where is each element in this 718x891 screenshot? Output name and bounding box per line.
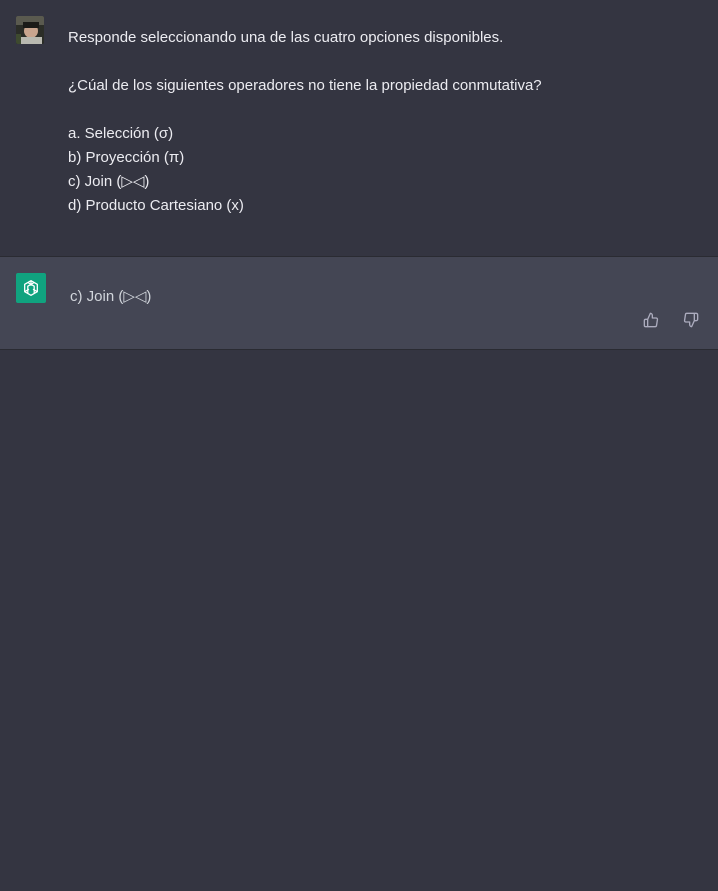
instruction-text: Responde seleccionando una de las cuatro… [68, 29, 504, 46]
option-a: a. Selección (σ) [68, 125, 174, 142]
thumbs-up-icon [643, 312, 659, 328]
user-message-text: Responde seleccionando una de las cuatro… [68, 26, 688, 218]
thumbs-down-button[interactable] [682, 311, 700, 329]
option-b: b) Proyección (π) [68, 149, 185, 166]
option-d: d) Producto Cartesiano (x) [68, 197, 244, 214]
user-avatar [16, 16, 44, 44]
thumbs-up-button[interactable] [642, 311, 660, 329]
question-text: ¿Cúal de los siguientes operadores no ti… [68, 77, 542, 94]
user-message: Responde seleccionando una de las cuatro… [0, 0, 718, 257]
assistant-message-text: c) Join (▷◁) [70, 288, 152, 305]
option-c: c) Join (▷◁) [68, 173, 150, 190]
chat-thread: Responde seleccionando una de las cuatro… [0, 0, 718, 891]
openai-logo-icon [16, 273, 46, 303]
feedback-buttons [642, 311, 700, 329]
thumbs-down-icon [683, 312, 699, 328]
assistant-message: c) Join (▷◁) [0, 257, 718, 350]
